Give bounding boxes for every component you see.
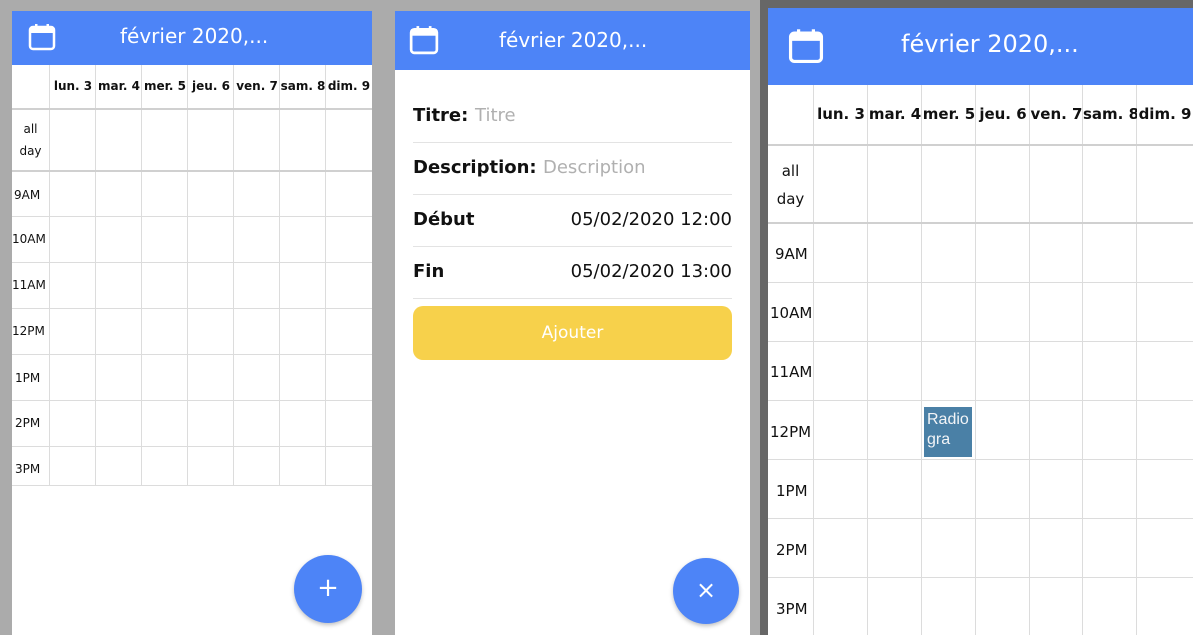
time-label: 10AM — [12, 232, 46, 246]
add-event-button[interactable]: + — [294, 555, 362, 623]
page-title: février 2020,... — [499, 28, 648, 52]
end-row[interactable]: Fin 05/02/2020 13:00 — [413, 247, 732, 299]
time-label: 3PM — [776, 600, 808, 618]
day-header: sam. 8 — [1083, 105, 1137, 123]
description-label: Description: — [413, 157, 537, 178]
end-value[interactable]: 05/02/2020 13:00 — [571, 261, 732, 282]
close-icon: × — [695, 576, 717, 604]
calendar-icon[interactable] — [409, 25, 439, 55]
week-view-with-event-screen: février 2020,... lun. 3 mar. 4 mer. 5 je… — [760, 0, 1193, 635]
start-label: Début — [413, 209, 475, 230]
day-header: jeu. 6 — [192, 79, 230, 93]
time-label: 1PM — [15, 371, 41, 385]
calendar-icon[interactable] — [788, 28, 824, 64]
page-title: février 2020,... — [120, 24, 269, 48]
all-day-label: all day — [776, 162, 805, 208]
title-row: Titre: Titre — [413, 91, 732, 143]
event-block[interactable]: Radiogra — [924, 407, 972, 457]
time-label: 12PM — [12, 324, 45, 338]
time-label: 2PM — [15, 416, 41, 430]
time-label: 3PM — [15, 462, 41, 476]
time-label: 11AM — [770, 363, 813, 381]
day-header: lun. 3 — [53, 79, 93, 93]
time-label: 11AM — [12, 278, 46, 292]
time-label: 10AM — [770, 304, 813, 322]
calendar-icon[interactable] — [28, 23, 56, 51]
description-input[interactable]: Description — [543, 157, 646, 178]
title-label: Titre: — [413, 105, 469, 126]
page-title: février 2020,... — [901, 30, 1079, 58]
day-header: sam. 8 — [280, 79, 326, 93]
title-input[interactable]: Titre — [475, 105, 516, 126]
day-header: mer. 5 — [144, 79, 186, 93]
day-header: dim. 9 — [327, 79, 371, 93]
day-header: jeu. 6 — [979, 105, 1027, 123]
time-label: 9AM — [14, 188, 41, 202]
day-header: mar. 4 — [868, 105, 922, 123]
time-label: 12PM — [770, 423, 812, 441]
day-header: dim. 9 — [1138, 105, 1192, 123]
end-label: Fin — [413, 261, 445, 282]
add-button[interactable]: Ajouter — [413, 306, 732, 360]
time-label: 2PM — [776, 541, 808, 559]
week-grid: lun. 3 mar. 4 mer. 5 jeu. 6 ven. 7 sam. … — [768, 85, 1193, 635]
app-header: février 2020,... — [12, 11, 372, 65]
week-grid: lun. 3 mar. 4 mer. 5 jeu. 6 ven. 7 sam. … — [12, 65, 372, 635]
day-header: ven. 7 — [1030, 105, 1083, 123]
time-label: 1PM — [776, 482, 808, 500]
all-day-label: all day — [19, 122, 42, 158]
day-header: mer. 5 — [922, 105, 976, 123]
start-value[interactable]: 05/02/2020 12:00 — [571, 209, 732, 230]
description-row: Description: Description — [413, 143, 732, 195]
app-header: février 2020,... — [395, 11, 750, 70]
plus-icon: + — [317, 573, 339, 603]
close-button[interactable]: × — [673, 558, 739, 624]
day-header: ven. 7 — [236, 79, 278, 93]
week-view-screen: février 2020,... lun. 3 mar. 4 mer. 5 je… — [0, 0, 383, 635]
day-header: lun. 3 — [817, 105, 865, 123]
time-label: 9AM — [775, 245, 808, 263]
start-row[interactable]: Début 05/02/2020 12:00 — [413, 195, 732, 247]
app-header: février 2020,... — [768, 8, 1193, 85]
day-header: mar. 4 — [98, 79, 140, 93]
new-event-screen: février 2020,... Titre: Titre Descriptio… — [383, 0, 760, 635]
